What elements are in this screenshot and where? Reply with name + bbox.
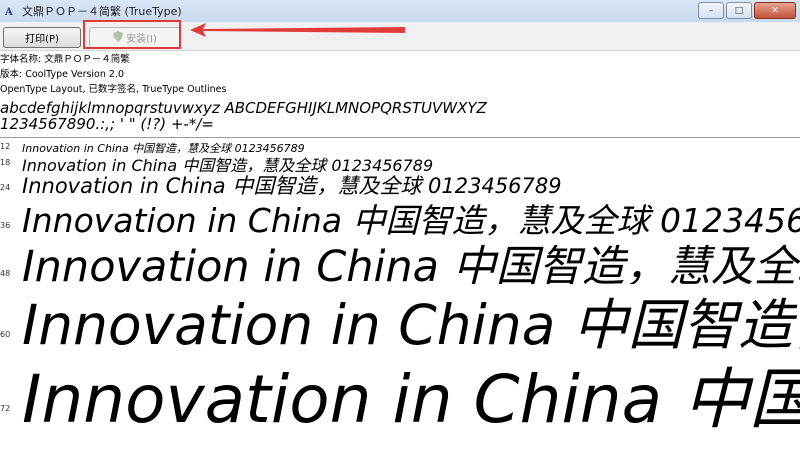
sample-text: Innovation in China 中国智造，慧及全球 0123456789 <box>22 201 800 236</box>
font-features-line: OpenType Layout, 已数字签名, TrueType Outline… <box>0 84 227 95</box>
size-label: 18 <box>0 158 11 167</box>
sample-text: Innovation in China 中国智造，慧及全球 0123456789 <box>22 242 800 284</box>
size-label: 36 <box>0 221 11 230</box>
sample-row-48: 48 Innovation in China 中国智造，慧及全球 0123456… <box>0 236 800 284</box>
font-file-icon: A <box>3 4 17 18</box>
size-label: 72 <box>0 404 11 413</box>
charset-digits: 1234567890.:,; ' " (!?) +-*/= <box>0 115 214 133</box>
sample-row-18: 18 Innovation in China 中国智造，慧及全球 0123456… <box>0 152 800 172</box>
print-button[interactable]: 打印(P) <box>3 27 81 48</box>
sample-row-72: 72 Innovation in China 中国智造，慧及全球 0123456… <box>0 352 800 442</box>
svg-text:A: A <box>4 7 13 17</box>
pointer-arrow-icon <box>190 23 405 37</box>
font-info-panel: 字体名称: 文鼎ＰＯＰ－４简繁 版本: CoolType Version 2.0… <box>0 52 226 97</box>
window-title: 文鼎ＰＯＰ－４简繁 (TrueType) <box>22 5 182 18</box>
close-button[interactable]: ✕ <box>754 2 796 19</box>
minimize-button[interactable]: – <box>698 2 724 19</box>
charset-letters: abcdefghijklmnopqrstuvwxyz ABCDEFGHIJKLM… <box>0 99 487 117</box>
sample-text: Innovation in China 中国智造，慧及全球 0123456789 <box>22 293 800 354</box>
size-label: 12 <box>0 142 11 151</box>
sample-text: Innovation in China 中国智造，慧及全球 0123456789 <box>22 174 562 198</box>
sample-row-36: 36 Innovation in China 中国智造，慧及全球 0123456… <box>0 196 800 236</box>
install-highlight-box <box>83 20 181 49</box>
divider <box>0 137 800 138</box>
window-controls: – □ ✕ <box>698 2 796 19</box>
maximize-button[interactable]: □ <box>726 2 752 19</box>
sample-text: Innovation in China 中国智造，慧及全球 0123456789 <box>22 361 800 438</box>
size-label: 48 <box>0 269 11 278</box>
size-label: 24 <box>0 183 11 192</box>
sample-row-60: 60 Innovation in China 中国智造，慧及全球 0123456… <box>0 284 800 354</box>
size-label: 60 <box>0 330 11 339</box>
charset-sample: abcdefghijklmnopqrstuvwxyz ABCDEFGHIJKLM… <box>0 100 487 132</box>
font-version-line: 版本: CoolType Version 2.0 <box>0 69 125 80</box>
font-name-line: 字体名称: 文鼎ＰＯＰ－４简繁 <box>0 54 130 65</box>
sample-row-24: 24 Innovation in China 中国智造，慧及全球 0123456… <box>0 170 800 198</box>
sample-text: Innovation in China 中国智造，慧及全球 0123456789 <box>22 156 434 172</box>
